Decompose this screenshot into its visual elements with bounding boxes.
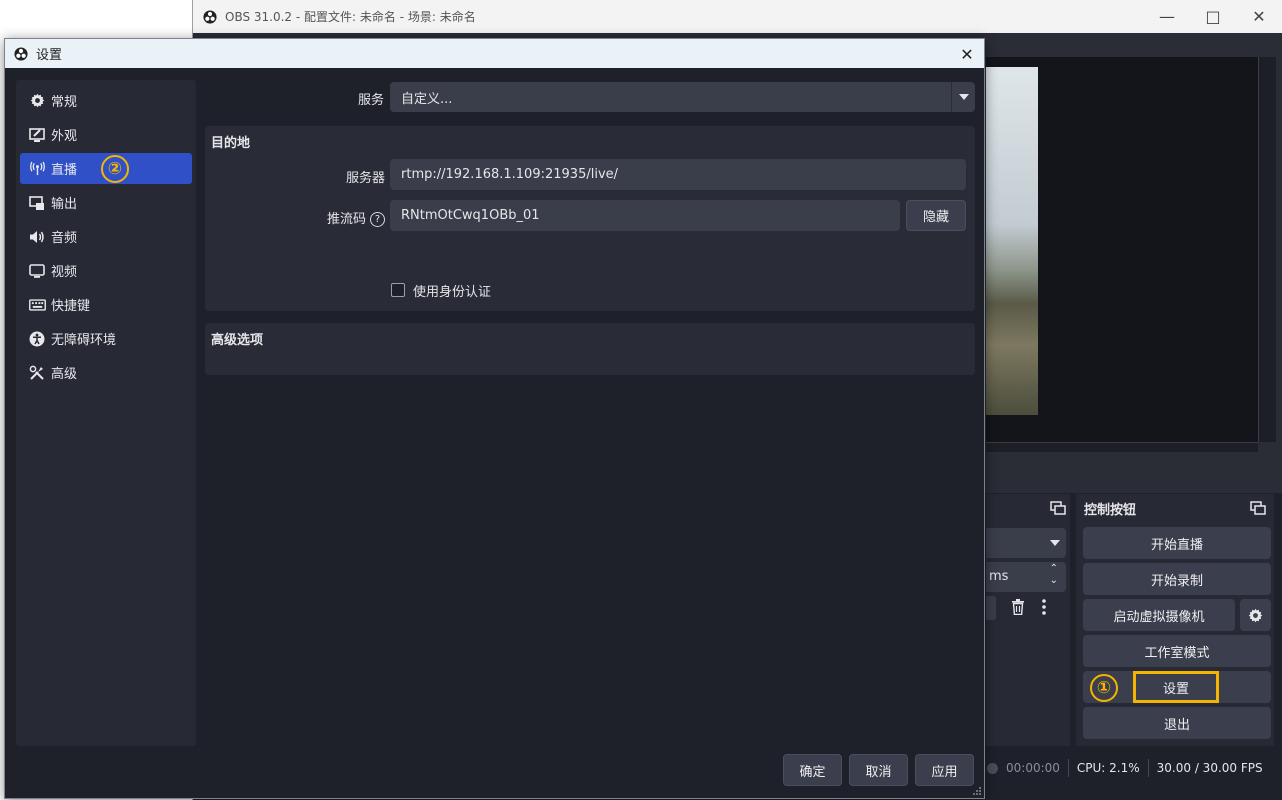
sidebar-item-hotkeys[interactable]: 快捷键: [20, 289, 192, 320]
record-time: 00:00:00: [1006, 761, 1060, 775]
controls-dock: 控制按钮 开始直播 开始录制 启动虚拟摄像机 工作室模式 设置 ① 退出: [1076, 494, 1274, 746]
settings-dialog: 设置 ✕ 常规 外观 直播 ② 输出 音频 视频 快捷键 无障碍环境 高级 服务…: [4, 38, 985, 799]
maximize-button[interactable]: □: [1190, 0, 1236, 33]
partial-dropdown[interactable]: [986, 528, 1066, 558]
settings-button[interactable]: 设置: [1133, 671, 1219, 703]
sidebar-item-appearance[interactable]: 外观: [20, 119, 192, 150]
auth-checkbox[interactable]: [391, 283, 405, 297]
gear-icon: [28, 92, 46, 110]
sidebar-item-label: 无障碍环境: [51, 333, 117, 348]
main-window-title: OBS 31.0.2 - 配置文件: 未命名 - 场景: 未命名: [225, 10, 476, 24]
annotation-marker-2: ②: [101, 155, 129, 183]
sidebar-item-label: 常规: [51, 95, 78, 110]
main-titlebar: OBS 31.0.2 - 配置文件: 未命名 - 场景: 未命名 — □ ✕: [193, 0, 1282, 33]
studio-mode-button[interactable]: 工作室模式: [1083, 635, 1271, 667]
advanced-options-title: 高级选项: [211, 333, 264, 348]
appearance-icon: [28, 126, 46, 144]
sidebar-item-label: 视频: [51, 265, 78, 280]
stepper-up-icon[interactable]: ⌃: [1050, 563, 1058, 574]
destination-group: 目的地 服务器 rtmp://192.168.1.109:21935/live/…: [205, 126, 975, 311]
status-divider: [1067, 759, 1069, 777]
help-icon[interactable]: ?: [370, 212, 385, 227]
float-dock-icon[interactable]: [1050, 501, 1066, 515]
virtual-camera-button[interactable]: 启动虚拟摄像机: [1083, 599, 1235, 631]
sidebar-item-accessibility[interactable]: 无障碍环境: [20, 323, 192, 354]
stream-key-input[interactable]: RNtmOtCwq1OBb_01: [390, 200, 900, 231]
output-icon: [28, 194, 46, 212]
sidebar-item-advanced[interactable]: 高级: [20, 357, 192, 388]
float-dock-icon[interactable]: [1250, 501, 1266, 515]
sidebar-item-audio[interactable]: 音频: [20, 221, 192, 252]
preview-horizontal-scrollbar[interactable]: [986, 442, 1258, 452]
ok-button[interactable]: 确定: [783, 754, 842, 786]
server-input[interactable]: rtmp://192.168.1.109:21935/live/: [390, 159, 966, 190]
antenna-icon: [28, 160, 46, 178]
status-divider: [1147, 759, 1149, 777]
partial-dock: ms ⌃ ⌄: [986, 494, 1070, 746]
more-options-icon[interactable]: [1042, 599, 1046, 615]
monitor-icon: [28, 262, 46, 280]
partial-duration-field[interactable]: ms ⌃ ⌄: [986, 562, 1066, 592]
cpu-usage: CPU: 2.1%: [1076, 761, 1140, 775]
minimize-button[interactable]: —: [1144, 0, 1190, 33]
destination-title: 目的地: [211, 136, 251, 151]
sidebar-item-label: 外观: [51, 129, 78, 144]
close-icon[interactable]: ✕: [956, 43, 978, 65]
advanced-options-group: 高级选项: [205, 323, 975, 375]
chevron-down-icon: [1050, 540, 1060, 546]
close-button[interactable]: ✕: [1236, 0, 1282, 33]
exit-button[interactable]: 退出: [1083, 707, 1271, 739]
apply-button[interactable]: 应用: [915, 754, 974, 786]
preview-vertical-scrollbar[interactable]: [1258, 57, 1276, 442]
obs-logo-icon: [203, 9, 217, 24]
service-label: 服务: [357, 93, 384, 108]
chevron-down-icon: [951, 82, 975, 112]
record-indicator-icon: [987, 762, 998, 774]
sidebar-item-general[interactable]: 常规: [20, 85, 192, 116]
obs-logo-icon: [14, 46, 28, 61]
sidebar-item-label: 输出: [51, 197, 78, 212]
stepper-down-icon[interactable]: ⌄: [1050, 575, 1058, 586]
resize-grip-icon[interactable]: [972, 786, 982, 796]
server-label: 服务器: [345, 171, 385, 186]
accessibility-icon: [28, 330, 46, 348]
sidebar-item-label: 高级: [51, 367, 78, 382]
virtual-camera-settings-button[interactable]: [1240, 599, 1271, 631]
speaker-icon: [28, 228, 46, 246]
service-dropdown[interactable]: 自定义...: [390, 82, 975, 112]
settings-sidebar: 常规 外观 直播 ② 输出 音频 视频 快捷键 无障碍环境 高级: [16, 80, 196, 746]
sidebar-item-label: 快捷键: [51, 299, 91, 314]
sidebar-item-label: 直播: [51, 163, 78, 178]
gear-icon: [1248, 608, 1263, 622]
sidebar-item-label: 音频: [51, 231, 78, 246]
service-value: 自定义...: [401, 91, 453, 107]
ms-suffix: ms: [989, 569, 1009, 584]
auth-checkbox-label: 使用身份认证: [413, 285, 492, 300]
start-stream-button[interactable]: 开始直播: [1083, 527, 1271, 559]
fps-readout: 30.00 / 30.00 FPS: [1156, 761, 1263, 775]
annotation-marker-1: ①: [1090, 674, 1118, 702]
sidebar-item-video[interactable]: 视频: [20, 255, 192, 286]
server-value: rtmp://192.168.1.109:21935/live/: [401, 167, 619, 182]
settings-titlebar: 设置 ✕: [5, 39, 984, 68]
stream-key-label-group: 推流码?: [315, 208, 385, 227]
status-bar: 00:00:00 CPU: 2.1% 30.00 / 30.00 FPS: [986, 753, 1282, 783]
keyboard-icon: [28, 296, 46, 314]
hide-stream-key-button[interactable]: 隐藏: [906, 200, 966, 231]
preview-image: [986, 67, 1038, 415]
partial-remove-button[interactable]: [986, 596, 996, 620]
controls-dock-title: 控制按钮: [1084, 502, 1137, 518]
sidebar-item-output[interactable]: 输出: [20, 187, 192, 218]
start-record-button[interactable]: 开始录制: [1083, 563, 1271, 595]
trash-icon[interactable]: [1011, 599, 1025, 615]
stream-settings-panel: 服务 自定义... 目的地 服务器 rtmp://192.168.1.109:2…: [204, 80, 979, 746]
stream-key-value: RNtmOtCwq1OBb_01: [401, 208, 540, 223]
stream-key-label: 推流码: [326, 212, 366, 227]
cancel-button[interactable]: 取消: [849, 754, 908, 786]
settings-title: 设置: [36, 48, 63, 63]
tools-icon: [28, 364, 46, 382]
